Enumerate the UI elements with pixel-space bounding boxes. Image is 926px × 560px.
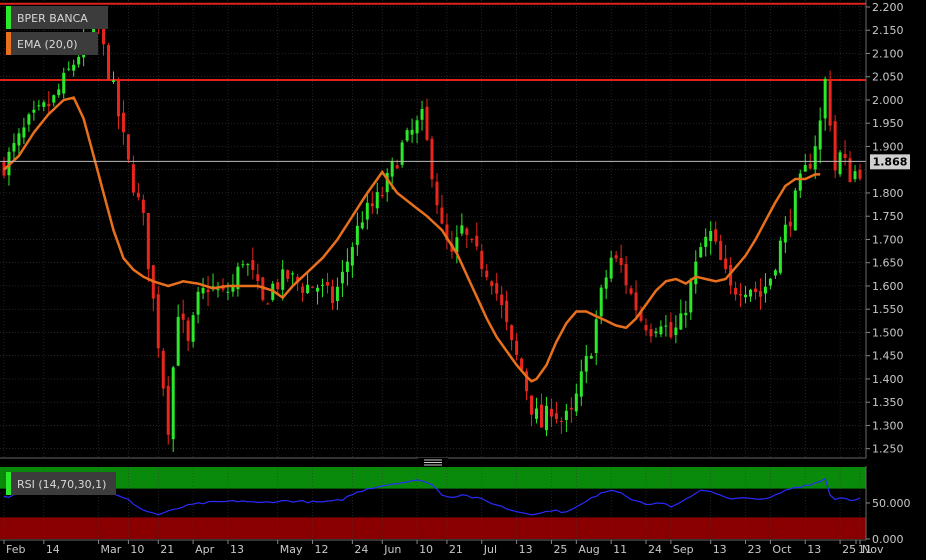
- y-tick-label: 1.700: [872, 233, 904, 246]
- x-tick-label: 21: [160, 543, 174, 556]
- candle: [833, 114, 837, 179]
- x-tick-label: 24: [354, 543, 368, 556]
- y-tick-label: 1.550: [872, 303, 904, 316]
- y-tick-label: 1.950: [872, 117, 904, 130]
- last-price-marker: 1.868: [870, 154, 910, 170]
- x-tick-label: 13: [807, 543, 821, 556]
- y-tick-label: 1.350: [872, 396, 904, 409]
- x-tick-label: Jul: [483, 543, 497, 556]
- x-tick-label: 23: [748, 543, 762, 556]
- candle: [838, 150, 842, 177]
- y-tick-label: 1.750: [872, 210, 904, 223]
- y-tick-label: 1.800: [872, 187, 904, 200]
- price-axis: 2.200 2.150 2.100 2.050 2.000 1.950 1.900 1.800…: [866, 1, 904, 456]
- chart-window: 2.200 2.150 2.100 2.050 2.000 1.950 1.900 1.800…: [0, 0, 926, 560]
- x-tick-label: Aug: [578, 543, 599, 556]
- candle: [778, 236, 782, 275]
- x-tick-label: 14: [46, 543, 60, 556]
- candle: [311, 286, 315, 288]
- y-tick-label: 2.050: [872, 71, 904, 84]
- x-tick-label: 21: [449, 543, 463, 556]
- candle: [156, 286, 160, 358]
- y-tick-label: 1.400: [872, 373, 904, 386]
- rsi-band: [0, 517, 866, 539]
- y-tick-label: 2.000: [872, 94, 904, 107]
- candle: [107, 42, 111, 81]
- rsi-legend: RSI (14,70,30,1): [6, 472, 116, 495]
- x-tick-label: 10: [419, 543, 433, 556]
- candle: [166, 376, 170, 445]
- y-tick-label: 50.000: [872, 497, 911, 510]
- instrument-title: BPER BANCA: [17, 12, 88, 25]
- y-tick-label: 2.100: [872, 47, 904, 60]
- stock-chart: 2.200 2.150 2.100 2.050 2.000 1.950 1.900 1.800…: [0, 0, 911, 556]
- price-panel: [0, 0, 866, 458]
- x-axis: Feb 14 Mar 10 21 Apr 13 May 12 24 Jun 10 21 Jul 13 25 Au…: [3, 540, 884, 556]
- candle: [261, 276, 265, 302]
- y-tick-label: 2.150: [872, 24, 904, 37]
- x-tick-label: 12: [315, 543, 329, 556]
- ema-legend-label: EMA (20,0): [17, 38, 78, 51]
- x-tick-label: 24: [648, 543, 662, 556]
- y-tick-label: 1.250: [872, 443, 904, 456]
- y-tick-label: 1.650: [872, 257, 904, 270]
- x-tick-label: Jun: [383, 543, 401, 556]
- candle: [171, 365, 175, 452]
- x-tick-label: Sep: [673, 543, 694, 556]
- x-tick-label: 10: [130, 543, 144, 556]
- x-tick-label: 25: [553, 543, 567, 556]
- candle: [793, 187, 797, 231]
- x-tick-label: 11: [613, 543, 627, 556]
- x-tick-label: Mar: [101, 543, 122, 556]
- y-tick-label: 2.200: [872, 1, 904, 14]
- x-tick-label: 25: [842, 543, 856, 556]
- y-tick-label: 1.500: [872, 326, 904, 339]
- x-tick-label: Feb: [6, 543, 25, 556]
- candle: [126, 134, 130, 164]
- splitter-handle[interactable]: [418, 458, 448, 467]
- x-tick-label: 13: [230, 543, 244, 556]
- x-tick-label: 13: [713, 543, 727, 556]
- y-tick-label: 1.300: [872, 419, 904, 432]
- y-tick-label: 1.600: [872, 280, 904, 293]
- x-tick-label: Apr: [195, 543, 215, 556]
- x-tick-label: 13: [519, 543, 533, 556]
- rsi-axis: 50.0000.000: [866, 497, 911, 546]
- x-tick-label: May: [280, 543, 303, 556]
- y-tick-label: 1.900: [872, 140, 904, 153]
- rsi-legend-label: RSI (14,70,30,1): [17, 478, 106, 491]
- y-tick-label: 1.450: [872, 350, 904, 363]
- candle: [400, 140, 404, 168]
- x-tick-label: 11: [858, 543, 872, 556]
- last-price-label: 1.868: [873, 155, 908, 168]
- x-tick-label: Oct: [772, 543, 792, 556]
